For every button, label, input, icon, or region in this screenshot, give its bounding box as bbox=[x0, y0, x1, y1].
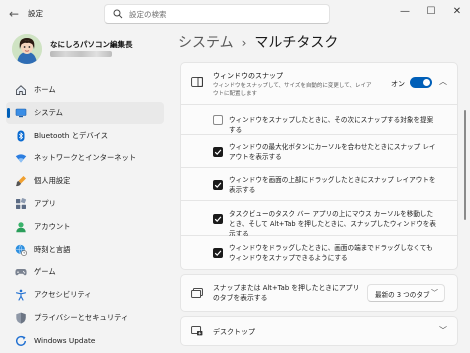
toggle-state-label: オン bbox=[391, 80, 405, 88]
system-icon bbox=[15, 108, 27, 117]
windows-update-icon bbox=[16, 335, 26, 346]
scrollbar[interactable] bbox=[464, 110, 466, 220]
option-label: ウィンドウの最大化ボタンにカーソルを合わせたときにスナップ レイアウトを表示する bbox=[229, 143, 436, 161]
home-icon bbox=[16, 85, 26, 95]
desktop-icon bbox=[191, 326, 203, 336]
checkbox[interactable] bbox=[213, 214, 223, 224]
sidebar-item-gaming[interactable]: ゲーム bbox=[6, 261, 164, 283]
checkbox[interactable] bbox=[213, 147, 223, 157]
setting-title: スナップまたは Alt+Tab を押したときにアプリのタブを表示する bbox=[213, 284, 360, 302]
setting-description: ウィンドウをスナップして、サイズを自動的に変更して、レイアウトに配置します bbox=[213, 83, 372, 97]
checkbox[interactable] bbox=[213, 180, 223, 190]
account-icon bbox=[16, 221, 26, 233]
snap-windows-setting[interactable]: ウィンドウのスナップ ウィンドウをスナップして、サイズを自動的に変更して、レイア… bbox=[180, 62, 458, 105]
sidebar-item-label: Windows Update bbox=[34, 335, 96, 345]
sidebar-item-home[interactable]: ホーム bbox=[6, 79, 164, 101]
chevron-down-icon: ﹀ bbox=[431, 289, 438, 297]
search-icon bbox=[113, 9, 123, 19]
search-box[interactable]: 設定の検索 bbox=[104, 4, 330, 24]
snap-option-drag-top[interactable]: ウィンドウを画面の上部にドラッグしたときにスナップ レイアウトを表示する bbox=[180, 168, 458, 201]
option-label: ウィンドウをドラッグしたときに、画面の端までドラッグしなくてもウィンドウをスナッ… bbox=[229, 244, 433, 262]
close-button[interactable]: ✕ bbox=[448, 4, 466, 20]
sidebar-item-apps[interactable]: アプリ bbox=[6, 193, 164, 215]
chevron-up-icon[interactable]: ︿ bbox=[439, 76, 447, 87]
page-title: マルチタスク bbox=[254, 35, 339, 51]
sidebar-item-label: ネットワークとインターネット bbox=[34, 153, 137, 163]
brush-icon bbox=[16, 176, 26, 187]
search-input[interactable]: 設定の検索 bbox=[129, 9, 167, 20]
sidebar-item-label: 時刻と言語 bbox=[34, 244, 71, 254]
sidebar-item-personalization[interactable]: 個人用設定 bbox=[6, 170, 164, 192]
snap-option-drag-edge[interactable]: ウィンドウをドラッグしたときに、画面の端までドラッグしなくてもウィンドウをスナッ… bbox=[180, 236, 458, 270]
snap-option-task-view[interactable]: タスクビューのタスク バー アプリの上にマウス カーソルを移動したとき、そして … bbox=[180, 201, 458, 238]
minimize-button[interactable]: — bbox=[396, 4, 414, 20]
checkmark-icon bbox=[214, 149, 222, 155]
time-language-icon bbox=[15, 244, 27, 256]
sidebar-item-label: アクセシビリティ bbox=[34, 290, 92, 300]
sidebar-item-label: ホーム bbox=[34, 85, 56, 94]
checkbox[interactable] bbox=[213, 248, 223, 258]
avatar[interactable] bbox=[12, 34, 42, 64]
dropdown-value: 最新の 3 つのタブ bbox=[375, 291, 430, 299]
bluetooth-icon bbox=[17, 130, 25, 142]
alt-tab-dropdown[interactable]: 最新の 3 つのタブ ﹀ bbox=[367, 284, 445, 302]
chevron-down-icon[interactable]: ﹀ bbox=[439, 325, 447, 336]
sidebar-item-label: ゲーム bbox=[34, 267, 56, 277]
sidebar-item-privacy-security[interactable]: プライバシーとセキュリティ bbox=[6, 307, 164, 329]
option-label: ウィンドウを画面の上部にドラッグしたときにスナップ レイアウトを表示する bbox=[229, 176, 436, 194]
accessibility-icon bbox=[15, 289, 27, 301]
game-icon bbox=[15, 269, 27, 276]
breadcrumb: システム › マルチタスク bbox=[178, 32, 338, 52]
maximize-button[interactable]: ☐ bbox=[422, 4, 440, 20]
breadcrumb-separator: › bbox=[241, 36, 247, 50]
profile-email-blurred bbox=[50, 51, 112, 57]
sidebar-item-system[interactable]: システム bbox=[6, 101, 164, 124]
sidebar-item-label: アプリ bbox=[34, 198, 56, 208]
sidebar-item-label: アカウント bbox=[34, 221, 71, 231]
sidebar-item-time-language[interactable]: 時刻と言語 bbox=[6, 239, 164, 261]
snap-toggle[interactable] bbox=[410, 77, 432, 88]
sidebar-item-label: システム bbox=[34, 107, 63, 117]
snap-option-suggest[interactable]: ウィンドウをスナップしたときに、その次にスナップする対象を提案する bbox=[180, 105, 458, 135]
sidebar-item-label: 個人用設定 bbox=[34, 176, 71, 186]
network-icon bbox=[15, 154, 27, 163]
toggle-knob bbox=[423, 79, 430, 86]
checkbox[interactable] bbox=[213, 115, 223, 125]
sidebar-item-windows-update[interactable]: Windows Update bbox=[6, 330, 164, 352]
snap-window-icon bbox=[191, 77, 203, 87]
checkmark-icon bbox=[214, 182, 222, 188]
snap-option-maximize-hover[interactable]: ウィンドウの最大化ボタンにカーソルを合わせたときにスナップ レイアウトを表示する bbox=[180, 135, 458, 168]
back-arrow-icon[interactable]: ← bbox=[6, 6, 22, 22]
option-label: タスクビューのタスク バー アプリの上にマウス カーソルを移動したとき、そして … bbox=[229, 210, 436, 238]
sidebar-item-network[interactable]: ネットワークとインターネット bbox=[6, 147, 164, 169]
sidebar-item-accessibility[interactable]: アクセシビリティ bbox=[6, 284, 164, 306]
desktops-setting[interactable]: デスクトップ ﹀ bbox=[180, 316, 458, 346]
setting-title: ウィンドウのスナップ bbox=[213, 72, 283, 80]
title-bar: ← 設定 設定の検索 — ☐ ✕ bbox=[0, 0, 470, 28]
sidebar-item-label: Bluetooth とデバイス bbox=[34, 130, 109, 140]
apps-icon bbox=[16, 198, 27, 209]
avatar-portrait-icon bbox=[12, 34, 42, 64]
sidebar-item-accounts[interactable]: アカウント bbox=[6, 216, 164, 238]
checkmark-icon bbox=[214, 216, 222, 222]
tabs-window-icon bbox=[191, 288, 203, 298]
checkmark-icon bbox=[214, 250, 222, 256]
option-label: ウィンドウをスナップしたときに、その次にスナップする対象を提案する bbox=[229, 116, 434, 134]
setting-title: デスクトップ bbox=[213, 328, 255, 336]
sidebar-nav: ホーム システム Bluetooth とデバイス ネットワークとインターネット … bbox=[6, 79, 164, 353]
profile-name: なにしろパソコン編集長 bbox=[50, 40, 133, 49]
alt-tab-setting: スナップまたは Alt+Tab を押したときにアプリのタブを表示する 最新の 3… bbox=[180, 274, 458, 312]
app-title: 設定 bbox=[28, 9, 43, 18]
shield-icon bbox=[16, 312, 26, 324]
sidebar-item-label: プライバシーとセキュリティ bbox=[34, 312, 129, 322]
sidebar-item-bluetooth[interactable]: Bluetooth とデバイス bbox=[6, 125, 164, 147]
breadcrumb-parent[interactable]: システム bbox=[178, 35, 234, 51]
